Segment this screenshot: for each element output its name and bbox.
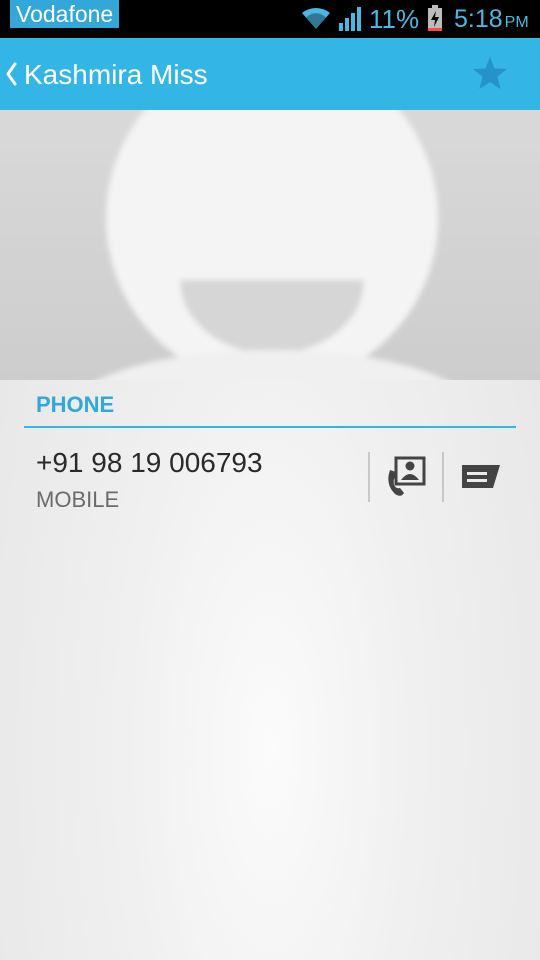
phone-number[interactable]: +91 98 19 006793 — [36, 446, 263, 480]
clock-ampm: PM — [504, 14, 529, 31]
contact-detail-screen: Vodafone 11% 5:18 PM Kashmira Miss PHONE… — [0, 0, 540, 960]
vertical-divider — [368, 452, 370, 502]
contact-name-title[interactable]: Kashmira Miss — [24, 58, 208, 92]
section-divider — [24, 426, 516, 428]
vertical-divider — [442, 452, 444, 502]
star-icon[interactable] — [470, 54, 510, 94]
message-button[interactable] — [450, 450, 512, 504]
battery-charging-icon — [428, 5, 442, 31]
clock: 5:18 PM — [454, 3, 529, 39]
battery-percent: 11% — [369, 4, 420, 34]
section-header-phone: PHONE — [36, 392, 115, 417]
action-bar: Kashmira Miss — [0, 38, 540, 110]
call-button[interactable] — [376, 450, 438, 504]
message-icon — [462, 465, 500, 488]
status-bar: Vodafone 11% 5:18 PM — [0, 0, 540, 38]
default-contact-avatar — [0, 110, 540, 380]
chevron-left-icon[interactable] — [4, 62, 18, 86]
wifi-icon — [302, 7, 330, 29]
signal-icon — [339, 7, 361, 31]
clock-time: 5:18 — [454, 5, 503, 33]
contact-photo[interactable] — [0, 110, 540, 380]
call-icon — [388, 456, 426, 496]
carrier-name: Vodafone — [10, 0, 120, 28]
phone-type-label: MOBILE — [36, 487, 120, 512]
